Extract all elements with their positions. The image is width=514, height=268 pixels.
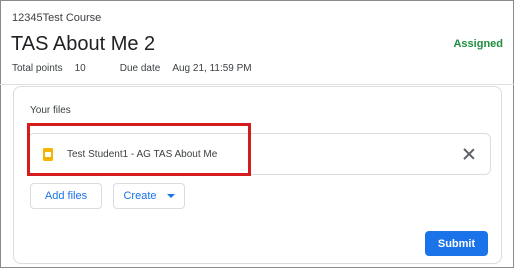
due-date-label: Due date bbox=[119, 63, 161, 74]
create-label: Create bbox=[123, 190, 157, 202]
add-files-label: Add files bbox=[44, 190, 88, 202]
assignment-meta: Total points 10 Due date Aug 21, 11:59 P… bbox=[12, 63, 286, 74]
add-files-button[interactable]: Add files bbox=[30, 183, 102, 209]
header-divider bbox=[0, 84, 514, 85]
close-icon[interactable] bbox=[462, 147, 476, 161]
due-date-value: Aug 21, 11:59 PM bbox=[172, 63, 252, 74]
total-points-value: 10 bbox=[74, 63, 86, 74]
status-badge: Assigned bbox=[453, 38, 503, 50]
create-button[interactable]: Create bbox=[113, 183, 185, 209]
chevron-down-icon bbox=[166, 194, 175, 198]
assignment-title: TAS About Me 2 bbox=[11, 33, 156, 55]
highlight-box bbox=[27, 123, 251, 176]
course-name: 12345Test Course bbox=[12, 12, 102, 24]
total-points-label: Total points bbox=[12, 63, 63, 74]
submit-label: Submit bbox=[437, 237, 476, 250]
your-files-heading: Your files bbox=[30, 105, 71, 116]
submit-button[interactable]: Submit bbox=[425, 231, 488, 256]
